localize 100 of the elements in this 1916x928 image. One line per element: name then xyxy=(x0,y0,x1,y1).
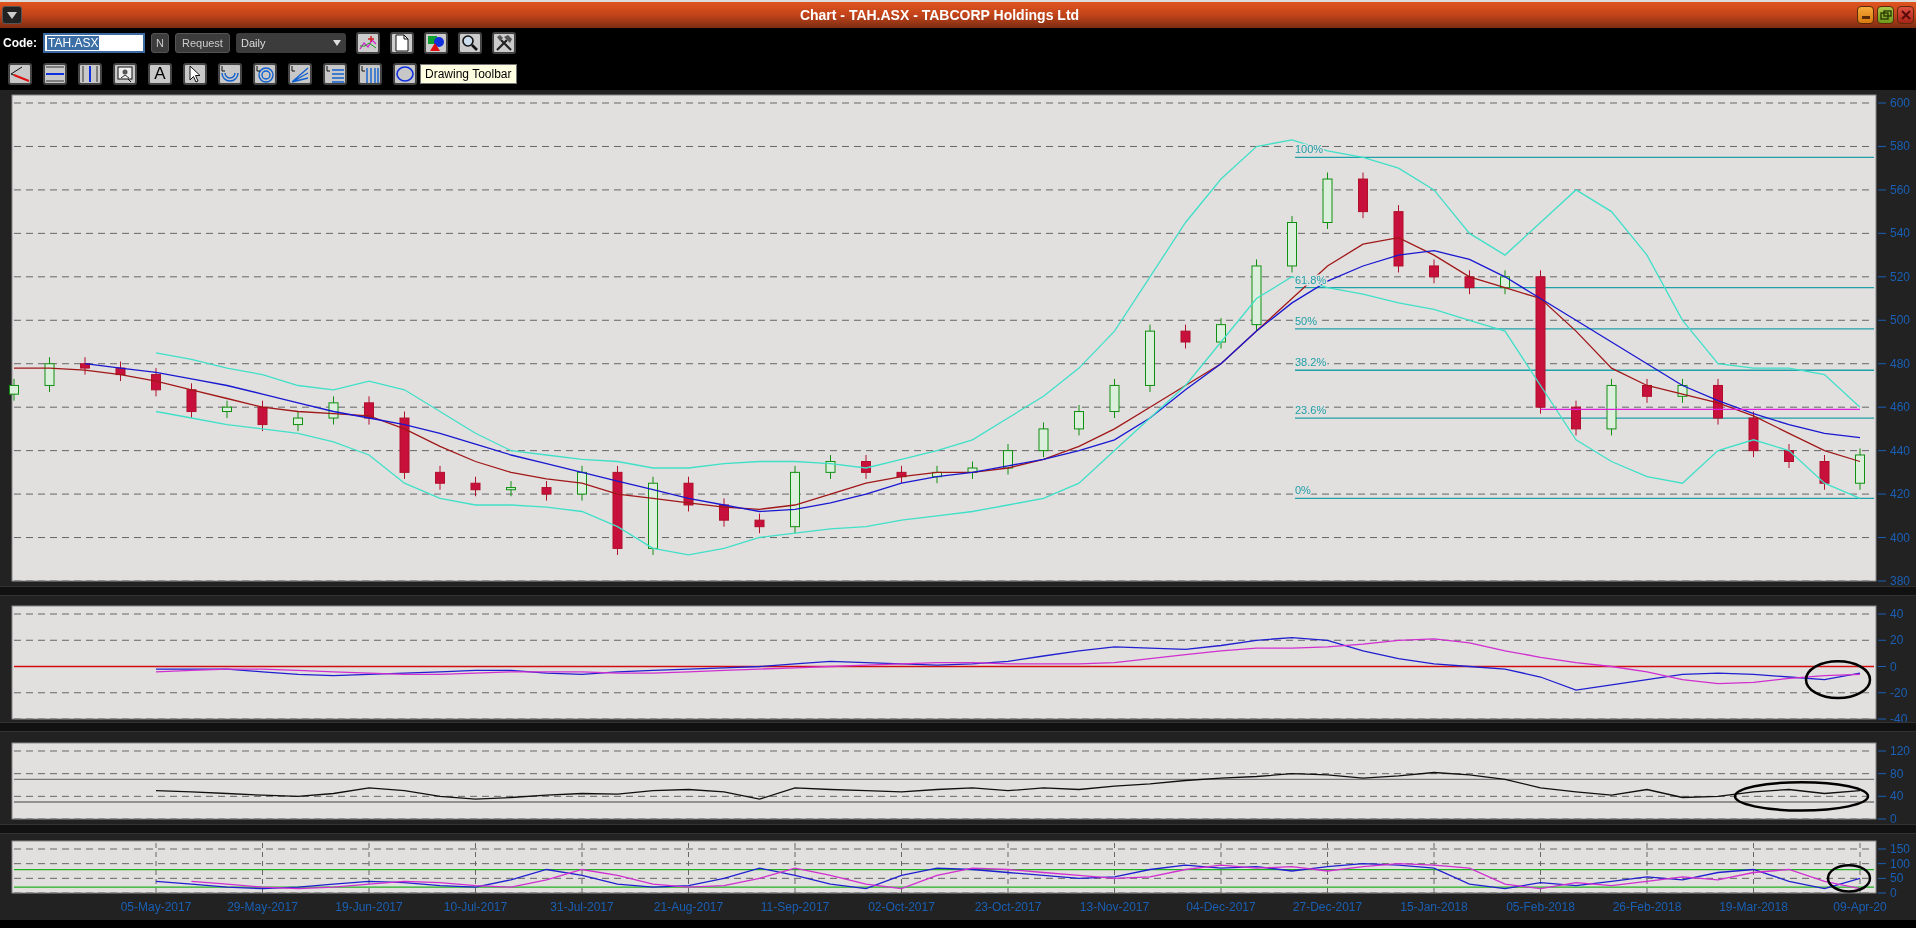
axis-label: 560 xyxy=(1890,182,1911,197)
candlestick xyxy=(1216,317,1226,349)
candlestick xyxy=(1677,378,1688,404)
date-label: 05-May-2017 xyxy=(120,900,192,914)
colors-button[interactable] xyxy=(423,32,448,54)
candlestick xyxy=(80,356,90,376)
fibonacci-arc-tool-button[interactable] xyxy=(218,63,242,85)
candlestick xyxy=(1074,404,1084,436)
zoom-button[interactable] xyxy=(457,32,482,54)
candlestick xyxy=(1358,172,1368,219)
horizontal-line-tool-button[interactable] xyxy=(43,63,67,85)
axis-label: 400 xyxy=(1890,530,1911,545)
date-label: 09-Apr-20 xyxy=(1833,900,1887,914)
fibonacci-fan-tool-button[interactable] xyxy=(288,63,312,85)
ellipse-tool-button[interactable] xyxy=(393,63,417,85)
axis-label: 460 xyxy=(1890,400,1911,415)
axis-label: 420 xyxy=(1890,487,1911,502)
ellipse-icon xyxy=(395,65,415,83)
candlestick xyxy=(541,480,552,502)
vertical-line-tool-button[interactable] xyxy=(78,63,102,85)
candlestick xyxy=(896,465,907,484)
candlestick xyxy=(932,465,942,484)
minimize-button[interactable] xyxy=(1857,6,1874,24)
fibonacci-level-label: 0% xyxy=(1295,484,1311,497)
new-page-button[interactable] xyxy=(389,32,414,54)
date-label: 13-Nov-2017 xyxy=(1079,900,1150,914)
candlestick xyxy=(293,411,303,432)
fan-lines-icon xyxy=(290,65,310,83)
circles-icon xyxy=(255,65,275,83)
date-label: 19-Mar-2018 xyxy=(1719,900,1788,914)
axis-label: 120 xyxy=(1890,744,1911,758)
candlestick xyxy=(151,367,161,397)
candlestick xyxy=(1571,400,1581,436)
candlestick xyxy=(328,395,339,426)
diagonal-line-icon xyxy=(10,65,30,83)
picture-tool-button[interactable] xyxy=(113,63,137,85)
picture-frame-icon xyxy=(116,65,134,83)
candlestick xyxy=(1038,421,1049,458)
candlestick xyxy=(1855,447,1865,491)
fibonacci-circle-tool-button[interactable] xyxy=(253,63,277,85)
document-icon xyxy=(394,34,409,52)
axis-label: 150 xyxy=(1890,842,1911,856)
candlestick xyxy=(1180,324,1191,349)
trendline-tool-button[interactable] xyxy=(8,63,32,85)
code-label: Code: xyxy=(3,36,37,50)
date-label: 21-Aug-2017 xyxy=(653,900,724,914)
candlestick xyxy=(257,400,268,432)
date-label: 05-Feb-2018 xyxy=(1506,900,1575,914)
tools-button[interactable] xyxy=(491,32,516,54)
magnifier-icon xyxy=(460,34,479,52)
tools-icon xyxy=(494,34,513,52)
restore-icon xyxy=(1879,10,1892,20)
date-label: 15-Jan-2018 xyxy=(1400,900,1468,914)
axis-label: 520 xyxy=(1890,269,1911,284)
candlestick xyxy=(825,454,836,480)
horizontal-lines-icon xyxy=(325,65,345,83)
candlestick xyxy=(470,476,481,497)
minimize-icon xyxy=(1861,16,1870,19)
candlestick xyxy=(1003,443,1013,476)
window-title: Chart - TAH.ASX - TABCORP Holdings Ltd xyxy=(798,7,1081,23)
select-tool-button[interactable] xyxy=(183,63,207,85)
fibonacci-retracement-tool-button[interactable] xyxy=(323,63,347,85)
cursor-icon xyxy=(187,65,203,83)
date-label: 11-Sep-2017 xyxy=(760,900,830,914)
fibonacci-time-tool-button[interactable] xyxy=(358,63,382,85)
arcs-icon xyxy=(220,65,240,83)
axis-label: 440 xyxy=(1890,443,1911,458)
window-menu-button[interactable] xyxy=(2,6,22,24)
axis-label: 540 xyxy=(1890,226,1911,241)
caret-icon xyxy=(7,11,17,19)
fibonacci-level-label: 23.6% xyxy=(1295,404,1327,417)
fibonacci-level-label: 38.2% xyxy=(1295,356,1327,369)
candlestick xyxy=(1606,378,1617,436)
candlestick xyxy=(186,382,197,419)
indicator-chart-button[interactable] xyxy=(355,32,380,54)
horizontal-line-icon xyxy=(45,65,65,83)
candlestick xyxy=(719,497,729,528)
candlestick xyxy=(861,454,871,480)
date-label: 02-Oct-2017 xyxy=(868,900,935,914)
candlestick xyxy=(1109,378,1120,419)
axis-label: 580 xyxy=(1890,139,1911,154)
restore-button[interactable] xyxy=(1877,6,1894,24)
candlestick xyxy=(1393,204,1404,273)
axis-label: -20 xyxy=(1890,685,1908,700)
close-button[interactable] xyxy=(1897,6,1914,24)
candlestick xyxy=(115,361,126,382)
candlestick xyxy=(1819,454,1830,491)
tooltip: Drawing Toolbar xyxy=(420,64,517,84)
date-label: 29-May-2017 xyxy=(227,900,298,914)
candlestick xyxy=(1748,411,1759,458)
new-button[interactable]: N xyxy=(151,33,169,53)
date-label: 31-Jul-2017 xyxy=(550,900,614,914)
code-field[interactable]: TAH.ASX xyxy=(43,33,145,53)
candlestick xyxy=(1322,172,1333,230)
request-button[interactable]: Request xyxy=(174,33,230,53)
axis-label: 600 xyxy=(1890,96,1911,110)
text-tool-button[interactable]: A xyxy=(148,63,172,85)
axis-label: 20 xyxy=(1890,633,1904,648)
candlestick xyxy=(1784,443,1794,469)
interval-dropdown[interactable]: Daily xyxy=(235,33,346,53)
